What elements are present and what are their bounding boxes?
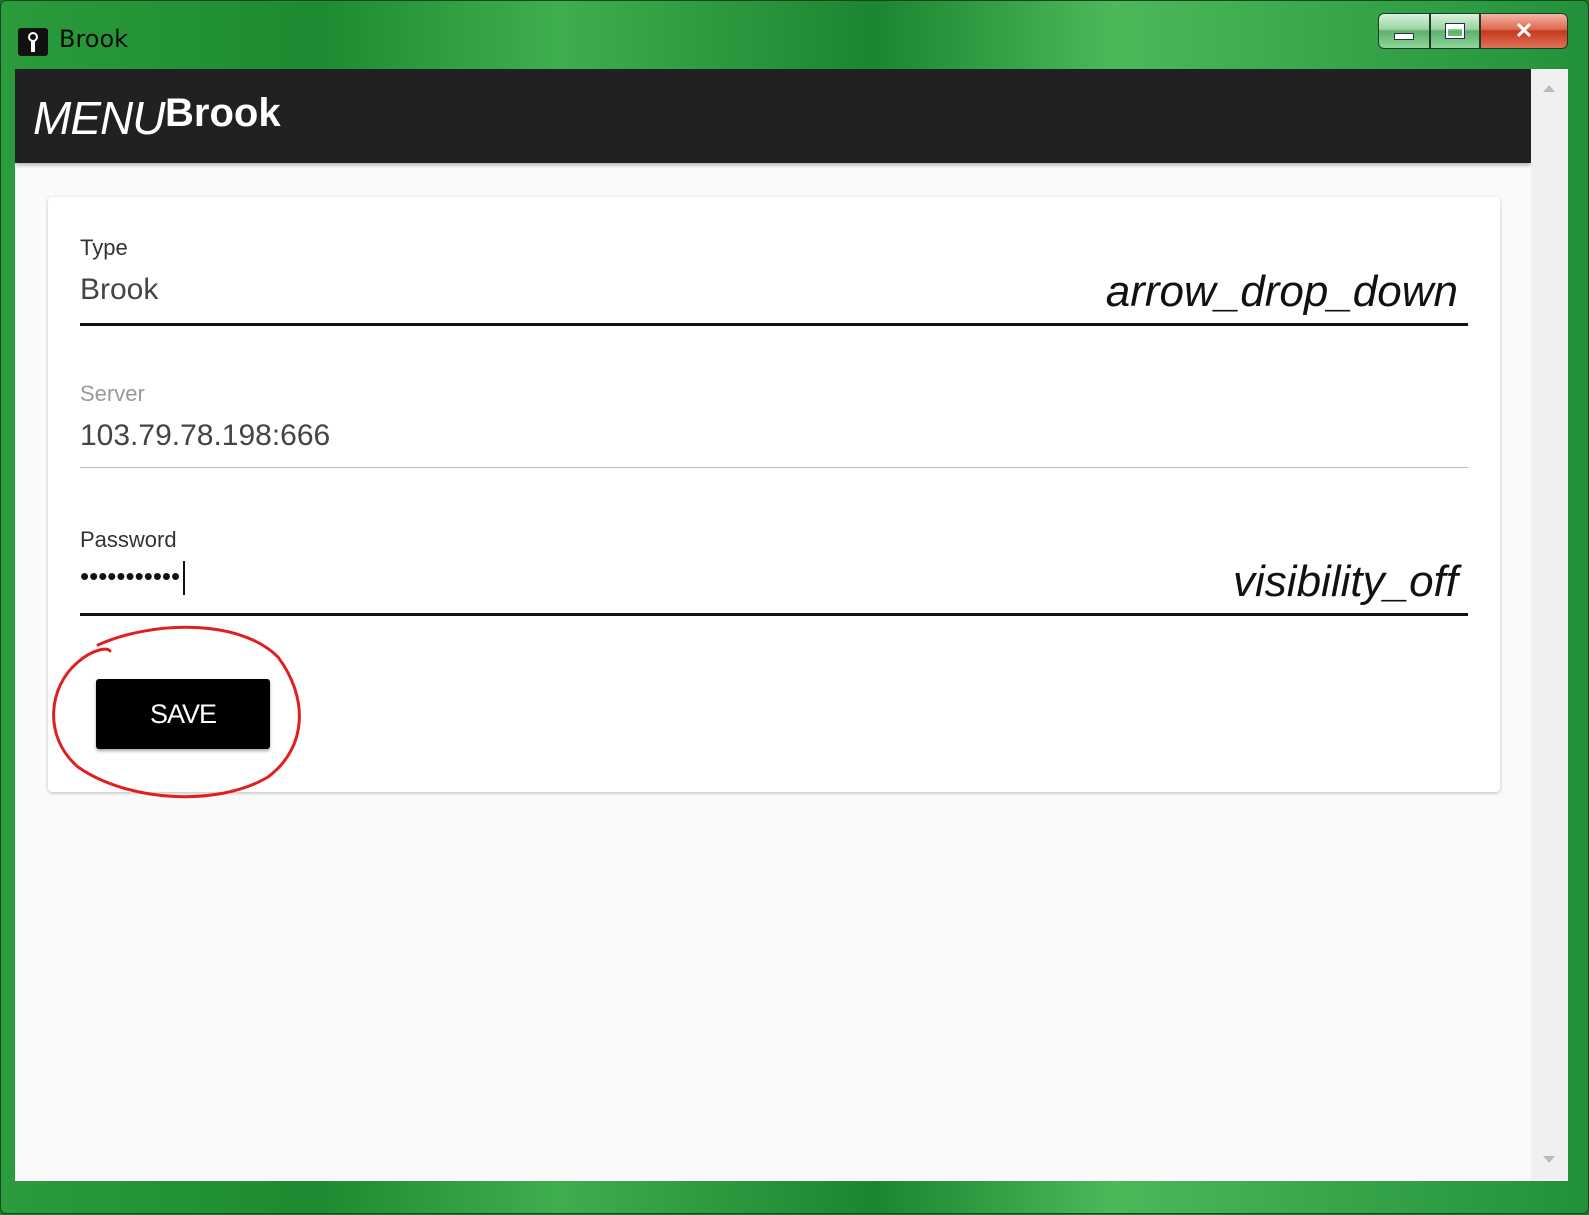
vertical-scrollbar[interactable]	[1531, 69, 1568, 1181]
type-value: Brook	[80, 273, 159, 306]
title-bar[interactable]: Brook ✕	[1, 1, 1588, 67]
red-circle-annotation	[52, 625, 301, 799]
settings-card: Type Brook arrow_drop_down Server 103.79…	[48, 197, 1500, 799]
type-label: Type	[80, 235, 128, 260]
scroll-down-arrow-icon[interactable]	[1543, 1156, 1555, 1163]
password-value: •••••••••••	[80, 561, 181, 591]
minimize-button[interactable]	[1378, 13, 1430, 49]
password-underline	[80, 613, 1468, 616]
window-title: Brook	[59, 25, 129, 53]
maximize-button[interactable]	[1430, 13, 1480, 49]
scroll-up-arrow-icon[interactable]	[1543, 85, 1555, 92]
client-area: MENU Brook Type Brook arrow_drop_down Se…	[15, 69, 1568, 1181]
page-title: Brook	[165, 91, 281, 135]
app-bar: MENU Brook	[15, 69, 1531, 163]
close-icon: ✕	[1514, 18, 1534, 43]
server-label: Server	[80, 381, 145, 406]
window-bottom-border	[1, 1181, 1588, 1215]
server-value: 103.79.78.198:666	[80, 419, 331, 452]
visibility-off-icon[interactable]: visibility_off	[1233, 557, 1458, 607]
app-window: Brook ✕ MENU Brook Type Brook arrow_drop…	[0, 0, 1589, 1214]
window-controls: ✕	[1378, 13, 1568, 49]
password-field[interactable]: Password ••••••••••• visibility_off	[80, 527, 1468, 621]
type-select[interactable]: Type Brook arrow_drop_down	[80, 235, 1468, 329]
maximize-icon	[1445, 23, 1465, 39]
app-key-icon	[18, 28, 48, 56]
password-label: Password	[80, 527, 177, 552]
close-button[interactable]: ✕	[1480, 13, 1568, 49]
menu-button[interactable]: MENU	[33, 91, 165, 145]
arrow-drop-down-icon[interactable]: arrow_drop_down	[1106, 267, 1458, 317]
minimize-icon	[1394, 32, 1414, 40]
text-caret	[183, 561, 186, 596]
server-field[interactable]: Server 103.79.78.198:666	[80, 381, 1468, 473]
password-value-wrap: •••••••••••	[80, 561, 186, 596]
server-underline	[80, 467, 1468, 468]
type-underline	[80, 323, 1468, 326]
